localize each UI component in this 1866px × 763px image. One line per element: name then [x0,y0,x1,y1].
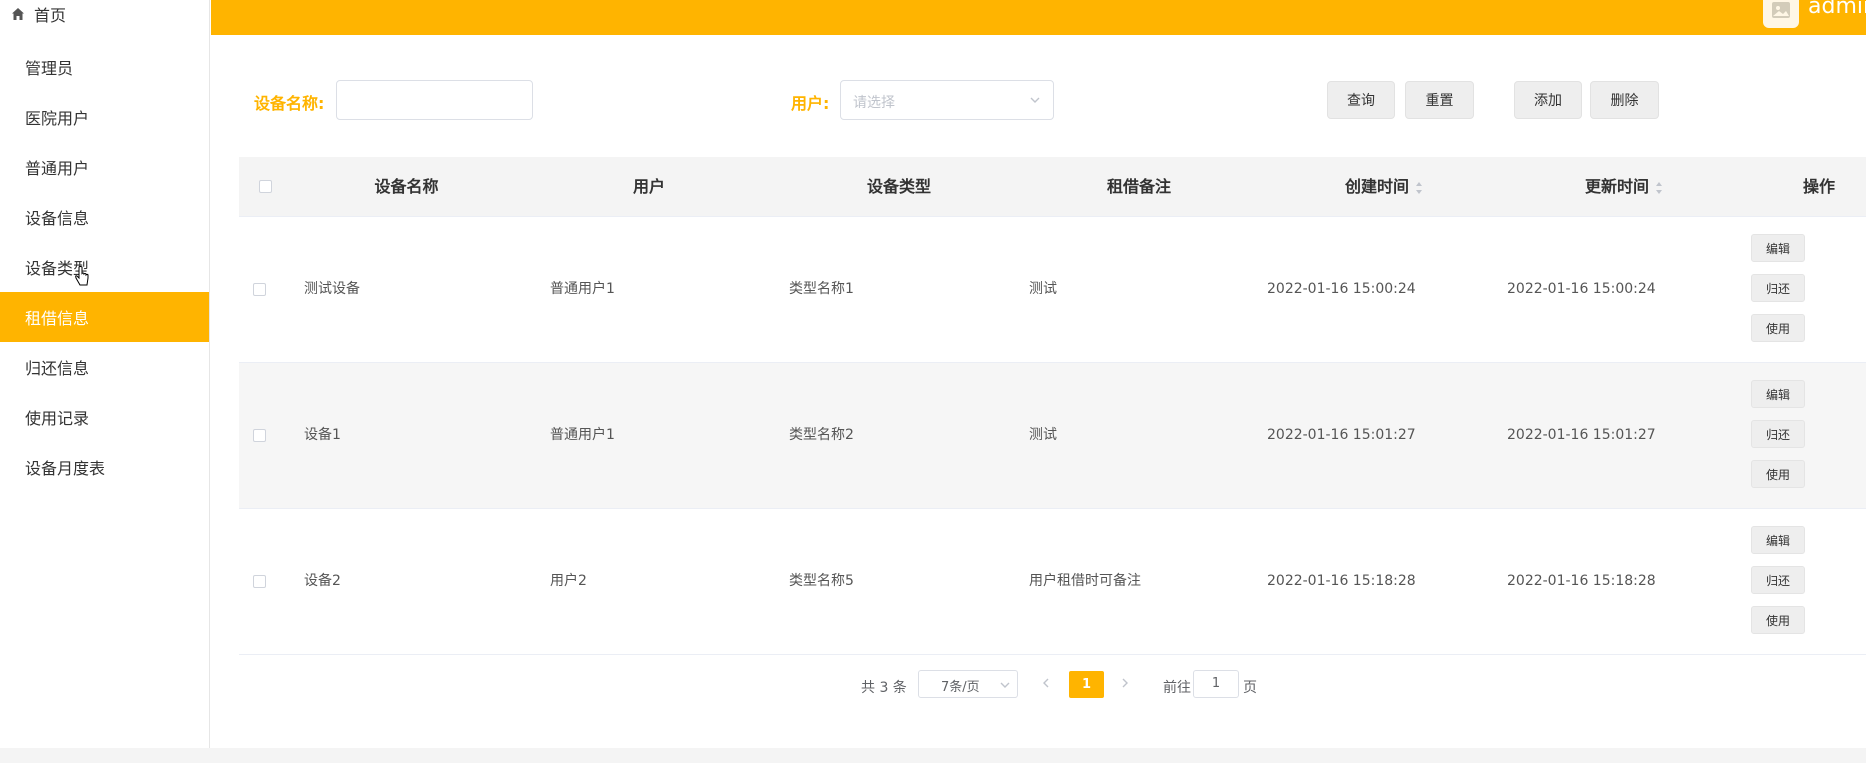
cell-user: 普通用户1 [550,427,615,443]
use-button[interactable]: 使用 [1751,460,1805,488]
cell-device: 设备1 [304,427,341,443]
reset-button[interactable]: 重置 [1405,81,1474,119]
return-button[interactable]: 归还 [1751,420,1805,448]
row-actions: 编辑 归还 使用 [1751,234,1807,354]
username[interactable]: admin [1808,0,1866,19]
table-row: 设备2 用户2 类型名称5 用户租借时可备注 2022-01-16 15:18:… [239,509,1866,655]
table-header: 设备名称 用户 设备类型 租借备注 创建时间 更新时间 操作 [239,157,1866,217]
delete-button[interactable]: 删除 [1590,81,1659,119]
row-checkbox[interactable] [253,429,266,442]
avatar-icon[interactable] [1763,0,1799,28]
chevron-right-icon[interactable] [1118,676,1132,690]
sidebar-item-return-info[interactable]: 归还信息 [0,342,209,392]
goto-page-input[interactable]: 1 [1193,670,1239,698]
col-created-time-label: 创建时间 [1344,177,1409,196]
sidebar-item-label: 使用记录 [25,409,90,428]
col-user: 用户 [632,177,665,196]
use-button[interactable]: 使用 [1751,314,1805,342]
add-button[interactable]: 添加 [1514,81,1582,119]
cell-user: 普通用户1 [550,281,615,297]
sidebar-home-label: 首页 [34,6,67,25]
cell-type: 类型名称1 [789,281,854,297]
cell-device: 设备2 [304,573,341,589]
cell-device: 测试设备 [304,281,360,297]
page-size-select[interactable]: 7条/页 [918,670,1018,698]
sidebar-item-admin[interactable]: 管理员 [0,42,209,92]
edit-button[interactable]: 编辑 [1751,234,1805,262]
row-checkbox[interactable] [253,283,266,296]
edit-button[interactable]: 编辑 [1751,380,1805,408]
col-device-type: 设备类型 [866,177,931,196]
sidebar-item-usage-record[interactable]: 使用记录 [0,392,209,442]
cell-type: 类型名称2 [789,427,854,443]
cell-type: 类型名称5 [789,573,854,589]
page-current[interactable]: 1 [1069,671,1104,698]
sidebar-item-label: 普通用户 [25,159,90,178]
sort-icon[interactable] [1415,181,1423,195]
goto-suffix: 页 [1243,680,1257,696]
row-actions: 编辑 归还 使用 [1751,526,1807,646]
chevron-down-icon [1000,682,1010,688]
sidebar-item-label: 医院用户 [25,109,90,128]
cell-updated: 2022-01-16 15:18:28 [1507,573,1656,589]
cell-created: 2022-01-16 15:18:28 [1267,573,1416,589]
sidebar-item-rental-info[interactable]: 租借信息 [0,292,209,342]
goto-prefix: 前往 [1163,680,1191,696]
home-icon [12,8,24,20]
data-table: 设备名称 用户 设备类型 租借备注 创建时间 更新时间 操作 测试设备 普通用户… [239,157,1866,655]
bottom-scroll-area [0,748,1866,763]
query-button[interactable]: 查询 [1327,81,1395,119]
return-button[interactable]: 归还 [1751,566,1805,594]
chevron-left-icon[interactable] [1039,676,1053,690]
device-name-label: 设备名称: [254,94,325,113]
sidebar-item-hospital-user[interactable]: 医院用户 [0,92,209,142]
user-label: 用户: [791,94,830,113]
sidebar-home[interactable]: 首页 [0,0,209,28]
chevron-down-icon [1030,97,1040,103]
sidebar-item-device-monthly[interactable]: 设备月度表 [0,442,209,492]
user-select[interactable]: 请选择 [840,80,1054,120]
cell-updated: 2022-01-16 15:01:27 [1507,427,1656,443]
sidebar-item-label: 设备信息 [25,209,90,228]
cell-created: 2022-01-16 15:01:27 [1267,427,1416,443]
table-row: 设备1 普通用户1 类型名称2 测试 2022-01-16 15:01:27 2… [239,363,1866,509]
col-actions: 操作 [1802,177,1835,196]
sidebar: 首页 管理员 医院用户 普通用户 设备信息 设备类型 租借信息 归还信息 使用记… [0,0,210,763]
device-name-input[interactable] [336,80,533,120]
sidebar-item-device-info[interactable]: 设备信息 [0,192,209,242]
sidebar-item-label: 设备月度表 [25,459,106,478]
row-actions: 编辑 归还 使用 [1751,380,1807,500]
row-checkbox[interactable] [253,575,266,588]
sidebar-item-label: 归还信息 [25,359,90,378]
cell-remark: 用户租借时可备注 [1029,573,1141,589]
sidebar-item-device-type[interactable]: 设备类型 [0,242,209,292]
cell-created: 2022-01-16 15:00:24 [1267,281,1416,297]
cell-user: 用户2 [550,573,587,589]
select-all-checkbox[interactable] [259,180,272,193]
table-row: 测试设备 普通用户1 类型名称1 测试 2022-01-16 15:00:24 … [239,217,1866,363]
use-button[interactable]: 使用 [1751,606,1805,634]
page-size-value: 7条/页 [941,680,980,695]
sidebar-item-label: 管理员 [25,59,74,78]
cursor-icon [75,266,89,286]
image-placeholder-icon [1772,2,1790,18]
sort-icon[interactable] [1655,181,1663,195]
col-device-name: 设备名称 [374,177,439,196]
cell-remark: 测试 [1029,427,1057,443]
col-created-time[interactable]: 创建时间 [1284,157,1484,216]
user-select-placeholder: 请选择 [853,95,895,111]
col-updated-time-label: 更新时间 [1584,177,1649,196]
cell-remark: 测试 [1029,281,1057,297]
pagination-total: 共 3 条 [861,680,907,696]
sidebar-item-normal-user[interactable]: 普通用户 [0,142,209,192]
sidebar-item-label: 租借信息 [25,309,90,328]
cell-updated: 2022-01-16 15:00:24 [1507,281,1656,297]
col-updated-time[interactable]: 更新时间 [1524,157,1724,216]
col-rental-remark: 租借备注 [1106,177,1171,196]
top-bar [211,0,1866,35]
edit-button[interactable]: 编辑 [1751,526,1805,554]
return-button[interactable]: 归还 [1751,274,1805,302]
